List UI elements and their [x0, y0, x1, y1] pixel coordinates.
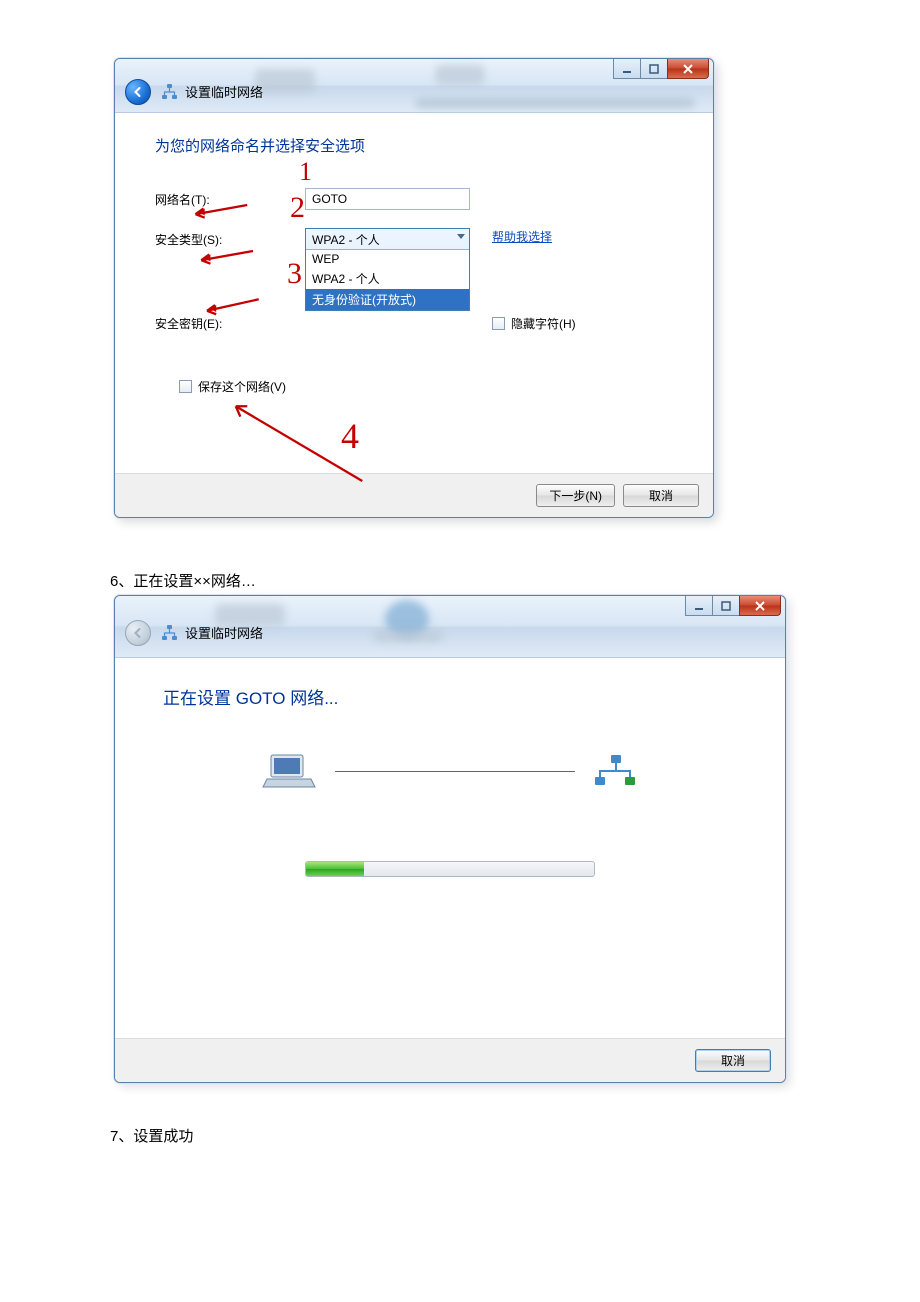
security-type-list: WEP WPA2 - 个人 无身份验证(开放式) — [306, 249, 469, 310]
security-key-label: 安全密钥(E): — [155, 315, 305, 332]
security-type-combo[interactable]: WPA2 - 个人 WEP WPA2 - 个人 无身份验证(开放式) — [305, 228, 470, 311]
hide-chars-label: 隐藏字符(H) — [511, 315, 576, 332]
dialog-body: 正在设置 GOTO 网络... — [115, 658, 785, 1038]
security-type-label: 安全类型(S): — [155, 228, 305, 248]
annotation-1: 1 — [299, 157, 312, 187]
next-button[interactable]: 下一步(N) — [536, 484, 615, 507]
cancel-button[interactable]: 取消 — [695, 1049, 771, 1072]
adhoc-progress-dialog: 设置临时网络 正在设置 GOTO 网络... — [114, 595, 786, 1083]
titlebar: 设置临时网络 — [115, 59, 713, 113]
device-connection-row — [163, 751, 737, 791]
connection-line — [335, 771, 575, 772]
progress-heading: 正在设置 GOTO 网络... — [163, 684, 737, 709]
annotation-4: 4 — [341, 415, 359, 457]
network-icon — [161, 624, 179, 642]
maximize-button[interactable] — [712, 596, 740, 616]
window-title: 设置临时网络 — [185, 623, 263, 642]
dialog-footer: 下一步(N) 取消 — [115, 473, 713, 517]
dialog-body: 为您的网络命名并选择安全选项 网络名(T): 安全类型(S): WPA2 - 个… — [115, 113, 713, 473]
network-icon — [593, 753, 639, 789]
laptop-icon — [261, 751, 317, 791]
security-type-selected: WPA2 - 个人 — [312, 231, 380, 248]
dialog-footer: 取消 — [115, 1038, 785, 1082]
step7-caption: 7、设置成功 — [110, 1125, 810, 1146]
close-button[interactable] — [739, 596, 781, 616]
dropdown-arrow-icon — [457, 234, 465, 239]
step6-caption: 6、正在设置××网络… — [110, 570, 810, 591]
network-name-label: 网络名(T): — [155, 191, 305, 208]
row-save-network: 保存这个网络(V) — [179, 378, 673, 395]
minimize-button[interactable] — [613, 59, 641, 79]
back-button — [125, 620, 151, 646]
hide-chars-checkbox[interactable] — [492, 317, 505, 330]
progress-fill — [306, 862, 364, 876]
close-button[interactable] — [667, 59, 709, 79]
help-choose-link[interactable]: 帮助我选择 — [492, 228, 552, 245]
adhoc-setup-dialog: 设置临时网络 为您的网络命名并选择安全选项 网络名(T): 安全类型(S): W… — [114, 58, 714, 518]
back-button[interactable] — [125, 79, 151, 105]
security-option-wep[interactable]: WEP — [306, 250, 469, 268]
titlebar: 设置临时网络 — [115, 596, 785, 658]
window-controls — [686, 596, 781, 616]
save-network-checkbox[interactable] — [179, 380, 192, 393]
annotation-3: 3 — [287, 257, 302, 291]
minimize-button[interactable] — [685, 596, 713, 616]
maximize-button[interactable] — [640, 59, 668, 79]
network-icon — [161, 83, 179, 101]
annotation-2: 2 — [290, 191, 305, 225]
security-option-open[interactable]: 无身份验证(开放式) — [306, 289, 469, 310]
window-controls — [614, 59, 709, 79]
window-title: 设置临时网络 — [185, 82, 263, 101]
page-heading: 为您的网络命名并选择安全选项 — [155, 135, 673, 156]
row-security-key: 安全密钥(E): 隐藏字符(H) — [155, 315, 673, 332]
row-network-name: 网络名(T): — [155, 188, 673, 210]
security-option-wpa2[interactable]: WPA2 - 个人 — [306, 268, 469, 289]
save-network-label: 保存这个网络(V) — [198, 378, 286, 395]
row-security-type: 安全类型(S): WPA2 - 个人 WEP WPA2 - 个人 无身份验证(开… — [155, 228, 673, 311]
network-name-input[interactable] — [305, 188, 470, 210]
cancel-button[interactable]: 取消 — [623, 484, 699, 507]
progress-bar — [305, 861, 595, 877]
